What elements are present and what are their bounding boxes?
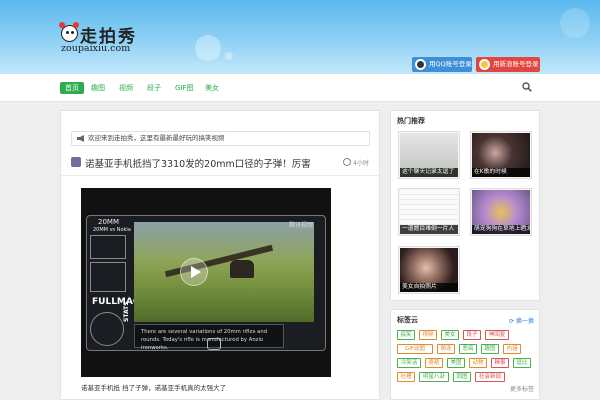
- tag-item[interactable]: 内涵: [503, 344, 521, 354]
- video-frame: 20MM 20MM vs Nokia FULLMAG 腾讯视频 STATS Th…: [86, 215, 326, 351]
- tag-item[interactable]: 社会新闻: [475, 372, 505, 382]
- tag-item[interactable]: 糗事: [491, 358, 509, 368]
- tag-item[interactable]: 奇葩: [425, 358, 443, 368]
- divider: [61, 175, 379, 176]
- hot-widget-title: 热门推荐: [397, 117, 425, 125]
- tag-item[interactable]: 逗比: [513, 358, 531, 368]
- hot-widget: 热门推荐 这个聊天记录太逗了 在K歌的时候 一道题目难倒一片人 萌宠狗狗在草地上…: [390, 110, 540, 301]
- tag-item[interactable]: 囧图: [453, 372, 471, 382]
- post-caption: 诺基亚手机抵 挡了子弹，诺基亚手机真的太强大了: [81, 384, 227, 392]
- nav-item-videos[interactable]: 视频: [116, 82, 136, 94]
- tag-widget: 标签云 ⟳ 换一换 搞笑 视频 美女 段子 神回复 GIF动图 萌宠 恶搞 趣图 内涵冷笑话 奇葩美…: [390, 309, 540, 400]
- search-icon[interactable]: [522, 82, 532, 92]
- hot-item-caption: 美女自拍照片: [400, 283, 458, 292]
- weibo-icon: [479, 59, 490, 70]
- tag-item[interactable]: 美女: [441, 330, 459, 340]
- hot-item-caption: 在K歌的时候: [472, 168, 530, 177]
- hot-item[interactable]: 美女自拍照片: [398, 246, 460, 294]
- qq-login-button[interactable]: 用QQ账号登录: [412, 57, 472, 72]
- logo-domain: zoupaixiu.com: [61, 43, 131, 54]
- mascot-icon: [59, 22, 79, 42]
- refresh-label: 换一换: [515, 318, 534, 325]
- nav-item-gif[interactable]: GIF图: [172, 82, 197, 94]
- post-time-label: 4小时: [353, 160, 369, 167]
- shooter-shape: [230, 260, 254, 278]
- megaphone-icon: [77, 135, 84, 142]
- tag-item[interactable]: 动物: [469, 358, 487, 368]
- decorative-bubble: [195, 35, 221, 61]
- hot-item[interactable]: 在K歌的时候: [470, 131, 532, 179]
- tag-item[interactable]: 吐槽: [397, 372, 415, 382]
- main-nav: 首页 趣图 视频 段子 GIF图 美女: [0, 74, 600, 102]
- tag-item[interactable]: 恶搞: [459, 344, 477, 354]
- video-caliber-label: 20MM: [98, 218, 119, 226]
- post-time: 4小时: [343, 158, 369, 167]
- tag-item[interactable]: 冷笑话: [397, 358, 421, 368]
- tag-item[interactable]: 明星八卦: [419, 372, 449, 382]
- video-hud-panel: 20MM 20MM vs Nokia FULLMAG: [90, 218, 140, 350]
- hot-item-caption: 一道题目难倒一片人: [400, 225, 458, 234]
- qq-login-label: 用QQ账号登录: [429, 60, 472, 68]
- video-watermark: 腾讯视频: [288, 222, 313, 229]
- more-tags-link[interactable]: 更多标签: [510, 384, 534, 393]
- tag-item[interactable]: 搞笑: [397, 330, 415, 340]
- notice-bar[interactable]: 欢迎来到走拍秀，这里有最新最好玩的搞笑视频: [71, 131, 370, 146]
- video-hud-box: [90, 235, 126, 259]
- video-versus-label: 20MM vs Nokia: [93, 227, 131, 233]
- tag-item[interactable]: GIF动图: [397, 344, 433, 354]
- hot-item[interactable]: 这个聊天记录太逗了: [398, 131, 460, 179]
- tag-item[interactable]: 美图: [447, 358, 465, 368]
- wolf-logo-icon: [207, 338, 221, 350]
- video-thumbnail: [134, 222, 314, 322]
- tag-item[interactable]: 神回复: [485, 330, 509, 340]
- video-player[interactable]: 20MM 20MM vs Nokia FULLMAG 腾讯视频 STATS Th…: [81, 188, 331, 377]
- nav-item-home[interactable]: 首页: [60, 82, 84, 94]
- tag-item[interactable]: 视频: [419, 330, 437, 340]
- site-header: 走拍秀 zoupaixiu.com 用QQ账号登录 用新浪账号登录: [0, 0, 600, 74]
- video-hud-dial: [90, 312, 124, 346]
- video-fullmag-label: FULLMAG: [92, 297, 141, 307]
- nav-item-pics[interactable]: 趣图: [88, 82, 108, 94]
- weibo-login-label: 用新浪账号登录: [493, 60, 539, 68]
- avatar[interactable]: [71, 157, 81, 167]
- hot-item-caption: 萌宠狗狗在草地上晒太阳的样子: [472, 225, 530, 234]
- hot-item[interactable]: 一道题目难倒一片人: [398, 188, 460, 236]
- tag-item[interactable]: 萌宠: [437, 344, 455, 354]
- refresh-button[interactable]: ⟳ 换一换: [509, 316, 534, 325]
- tag-item[interactable]: 段子: [463, 330, 481, 340]
- nav-item-jokes[interactable]: 段子: [144, 82, 164, 94]
- video-stats-tag: STATS: [123, 301, 130, 322]
- play-icon[interactable]: [180, 258, 208, 286]
- nav-item-beauty[interactable]: 美女: [202, 82, 222, 94]
- tag-item[interactable]: 趣图: [481, 344, 499, 354]
- site-logo[interactable]: 走拍秀 zoupaixiu.com: [59, 22, 142, 56]
- video-hud-box: [90, 262, 126, 292]
- hot-item-caption: 这个聊天记录太逗了: [400, 168, 458, 177]
- post-title[interactable]: 诺基亚手机抵挡了3310发的20mm口径的子弹！厉害: [85, 156, 311, 170]
- decorative-bubble: [560, 8, 590, 38]
- tag-widget-title: 标签云: [397, 316, 418, 324]
- decorative-bubble: [225, 52, 233, 60]
- main-content: 欢迎来到走拍秀，这里有最新最好玩的搞笑视频 诺基亚手机抵挡了3310发的20mm…: [60, 110, 380, 400]
- weibo-login-button[interactable]: 用新浪账号登录: [476, 57, 540, 72]
- notice-text: 欢迎来到走拍秀，这里有最新最好玩的搞笑视频: [88, 134, 225, 142]
- qq-icon: [415, 59, 426, 70]
- hot-item[interactable]: 萌宠狗狗在草地上晒太阳的样子: [470, 188, 532, 236]
